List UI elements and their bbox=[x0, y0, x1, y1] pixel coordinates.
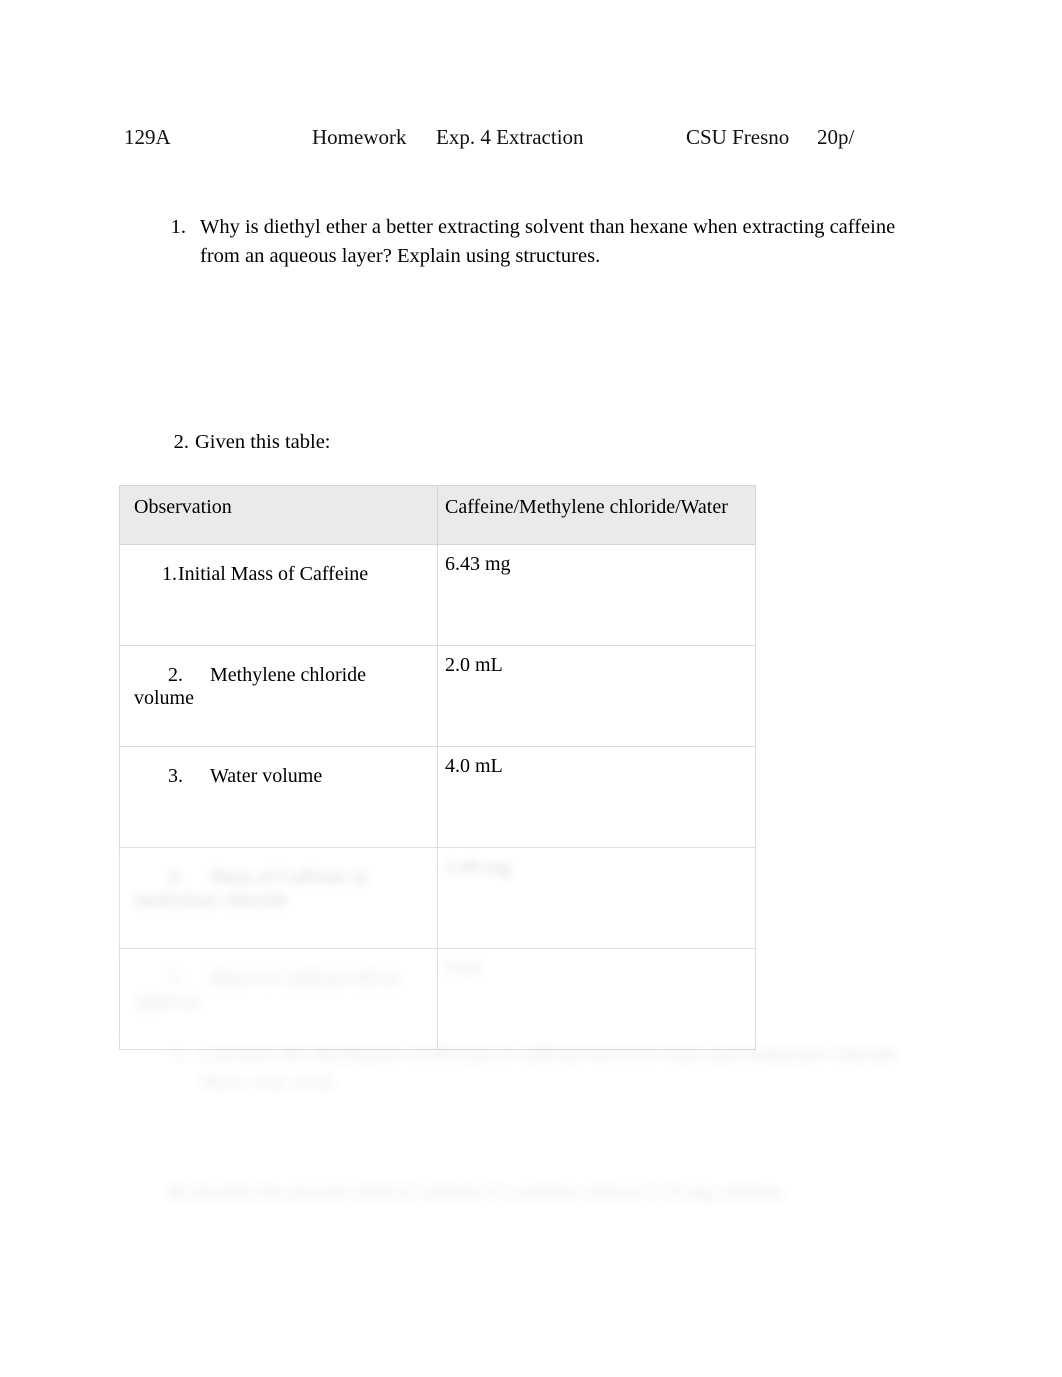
row-number: 2. bbox=[168, 664, 183, 686]
row-number: 1. bbox=[162, 563, 177, 585]
question-3: 3. Calculate the distribution coefficien… bbox=[152, 1040, 942, 1096]
row-observation-label: Initial Mass of Caffeine bbox=[178, 563, 369, 585]
question-2-number: 2. bbox=[173, 431, 189, 453]
table-cell-observation: 3. Water volume bbox=[119, 746, 438, 848]
table-cell-observation: 5. Mass of Caffeine left in aqueous bbox=[119, 948, 438, 1050]
table-cell-value: 0.94 bbox=[437, 948, 756, 1050]
question-4-text: Calculate the percent yield of caffeine … bbox=[178, 1181, 788, 1203]
question-3-number: 3. bbox=[171, 1043, 186, 1065]
question-3-text: Calculate the distribution coefficient o… bbox=[200, 1043, 902, 1093]
header-experiment: Exp. 4 Extraction bbox=[436, 125, 584, 149]
header-points: 20p/ bbox=[817, 125, 855, 149]
table-cell-value: 6.43 mg bbox=[437, 544, 756, 646]
table-header-row: Observation Caffeine/Methylene chloride/… bbox=[119, 485, 756, 545]
row-number: 4. bbox=[168, 866, 183, 888]
question-1-text: Why is diethyl ether a better extracting… bbox=[200, 216, 896, 267]
question-1-number: 1. bbox=[170, 216, 186, 238]
row-number: 5. bbox=[168, 967, 183, 989]
document-header: 129A Homework Exp. 4 Extraction CSU Fresno 2… bbox=[124, 124, 984, 150]
column-header-value: Caffeine/Methylene chloride/Water bbox=[437, 485, 756, 545]
table-cell-value: 5.49 mg bbox=[437, 847, 756, 949]
header-course: 129A bbox=[124, 125, 171, 149]
question-4-number: 4. bbox=[167, 1181, 182, 1203]
table-cell-observation: 2. Methylene chloride volume bbox=[119, 645, 438, 747]
table-row: 4. Mass of Caffeine in methylene chloride… bbox=[119, 847, 756, 949]
question-1: 1. Why is diethyl ether a better extract… bbox=[152, 213, 912, 271]
row-observation-label: Water volume bbox=[210, 765, 323, 787]
table-cell-value: 2.0 mL bbox=[437, 645, 756, 747]
document-page: 129A Homework Exp. 4 Extraction CSU Fresno 2… bbox=[0, 0, 1062, 1377]
table-row: 3. Water volume 4.0 mL bbox=[119, 746, 756, 848]
row-number: 3. bbox=[168, 765, 183, 787]
observation-table: Observation Caffeine/Methylene chloride/… bbox=[119, 485, 756, 1050]
header-school: CSU Fresno bbox=[686, 125, 790, 149]
question-4: 4. Calculate the percent yield of caffei… bbox=[148, 1178, 908, 1206]
question-2-text: Given this table: bbox=[195, 431, 331, 453]
table-cell-value: 4.0 mL bbox=[437, 746, 756, 848]
header-doc-type: Homework bbox=[312, 125, 407, 149]
table-cell-observation: 4. Mass of Caffeine in methylene chloride bbox=[119, 847, 438, 949]
table-row: 1.Initial Mass of Caffeine 6.43 mg bbox=[119, 544, 756, 646]
table-cell-observation: 1.Initial Mass of Caffeine bbox=[119, 544, 438, 646]
table-row: 5. Mass of Caffeine left in aqueous 0.94 bbox=[119, 948, 756, 1050]
column-header-observation: Observation bbox=[119, 485, 438, 545]
question-2: 2. Given this table: bbox=[155, 428, 655, 457]
table-row: 2. Methylene chloride volume 2.0 mL bbox=[119, 645, 756, 747]
